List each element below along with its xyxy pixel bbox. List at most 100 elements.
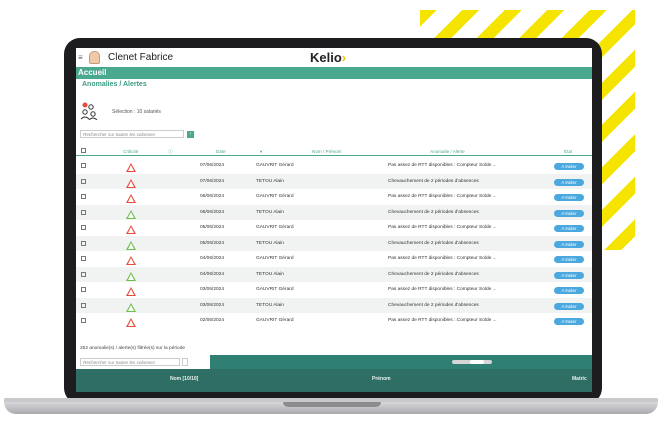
row-anomalie: Pas assez de RTT disponibles : Compteur … [388,318,497,323]
warning-icon [126,287,136,296]
footer-col-prenom[interactable]: Prénom [372,376,391,382]
row-nom: GAUVRIT Gérard [256,256,294,261]
row-nom: GAUVRIT Gérard [256,163,294,168]
breadcrumb: Anomalies / Alertes [82,81,147,88]
row-anomalie: Chevauchement de 2 périodes d'absences [388,271,479,277]
row-nom: GAUVRIT Gérard [256,287,294,292]
row-date: 05/06/2024 [200,225,225,230]
table-row[interactable]: 03/06/2024 GAUVRIT Gérard Pas assez de RTT… [76,282,592,298]
selection-count: Sélection : 10 salariés [112,109,161,115]
search-row: Rechercher sur toutes les colonnes › [80,130,194,138]
search-button[interactable]: › [187,130,194,138]
row-checkbox[interactable] [81,256,86,261]
row-anomalie: Pas assez de RTT disponibles : Compteur … [388,287,497,292]
warning-icon [126,194,136,203]
warning-icon [126,240,136,250]
row-anomalie: Chevauchement de 2 périodes d'absences [388,302,479,308]
warning-icon [126,163,136,172]
status-badge[interactable]: A traiter [554,256,584,263]
pager-dot[interactable] [470,360,484,364]
row-nom: TETOU Alain [256,240,284,246]
row-nom: TETOU Alain [256,302,284,308]
status-badge[interactable]: A traiter [554,271,584,279]
row-checkbox[interactable] [81,178,86,184]
header-anomalie[interactable]: Anomalie / Alerte [430,149,465,154]
table-header: Criticité ⓘ Date ▾ Nom / Prénom Anomalie… [76,147,592,156]
username[interactable]: Clenet Fabrice [108,52,173,63]
status-badge[interactable]: A traiter [554,318,584,325]
row-checkbox[interactable] [81,163,86,168]
status-badge[interactable]: A traiter [554,194,584,201]
people-selection-icon[interactable] [80,102,98,120]
row-checkbox[interactable] [81,209,86,215]
warning-icon [126,209,136,219]
row-date: 04/06/2024 [200,256,225,261]
table-row[interactable]: 04/06/2024 GAUVRIT Gérard Pas assez de RTT… [76,251,592,267]
row-anomalie: Pas assez de RTT disponibles : Compteur … [388,194,497,199]
footer-col-matric[interactable]: Matric [572,376,587,382]
warning-icon [126,302,136,312]
header-nom[interactable]: Nom / Prénom [312,149,342,154]
status-badge[interactable]: A traiter [554,178,584,186]
info-icon: ⓘ [168,149,173,154]
table-row[interactable]: 07/06/2024 GAUVRIT Gérard Pas assez de RTT… [76,158,592,174]
row-anomalie: Pas assez de RTT disponibles : Compteur … [388,163,497,168]
row-checkbox[interactable] [81,271,86,277]
warning-icon [126,271,136,281]
bottom-search-input[interactable]: Rechercher sur toutes les colonnes [80,358,180,366]
row-date: 04/06/2024 [200,271,225,277]
search-input[interactable]: Rechercher sur toutes les colonnes [80,130,184,138]
warning-icon [126,225,136,234]
pager[interactable] [452,360,492,364]
row-date: 05/06/2024 [200,240,225,246]
table-row[interactable]: 03/06/2024 TETOU Alain Chevauchement de 2 … [76,297,592,313]
table-row[interactable]: 05/06/2024 TETOU Alain Chevauchement de 2 … [76,235,592,251]
row-checkbox[interactable] [81,240,86,246]
row-nom: TETOU Alain [256,178,284,184]
table-row[interactable]: 06/06/2024 GAUVRIT Gérard Pas assez de RTT… [76,189,592,205]
row-nom: GAUVRIT Gérard [256,225,294,230]
status-badge[interactable]: A traiter [554,287,584,294]
row-date: 03/06/2024 [200,287,225,292]
bottom-search-row: Rechercher sur toutes les colonnes [80,358,188,366]
table-row[interactable]: 04/06/2024 TETOU Alain Chevauchement de 2 … [76,266,592,282]
row-anomalie: Pas assez de RTT disponibles : Compteur … [388,256,497,261]
status-badge[interactable]: A traiter [554,302,584,310]
warning-icon [126,178,136,188]
menu-icon[interactable]: ≡ [78,53,86,62]
section-bar[interactable]: Accueil [76,67,592,79]
avatar[interactable] [89,51,100,64]
header-etat[interactable]: État [564,149,572,154]
row-anomalie: Pas assez de RTT disponibles : Compteur … [388,225,497,230]
row-checkbox[interactable] [81,302,86,308]
table-row[interactable]: 02/06/2024 GAUVRIT Gérard Pas assez de RTT… [76,313,592,329]
sort-down-icon[interactable]: ▾ [260,149,262,155]
header-date[interactable]: Date [216,149,226,154]
status-badge[interactable]: A traiter [554,225,584,232]
select-all-checkbox[interactable] [81,148,86,153]
row-anomalie: Chevauchement de 2 périodes d'absences [388,240,479,246]
row-nom: GAUVRIT Gérard [256,318,294,323]
status-badge[interactable]: A traiter [554,163,584,170]
status-badge[interactable]: A traiter [554,209,584,217]
row-anomalie: Chevauchement de 2 périodes d'absences [388,178,479,184]
status-badge[interactable]: A traiter [554,240,584,248]
row-nom: TETOU Alain [256,209,284,215]
row-date: 06/06/2024 [200,209,225,215]
laptop-notch [283,402,381,407]
footer-col-nom[interactable]: Nom [10/10] [170,376,198,382]
row-checkbox[interactable] [81,194,86,199]
row-checkbox[interactable] [81,287,86,292]
table-body: 07/06/2024 GAUVRIT Gérard Pas assez de RTT… [76,156,592,342]
warning-icon [126,256,136,265]
top-bar: ≡ Clenet Fabrice Kelio› [76,48,592,67]
row-checkbox[interactable] [81,318,86,323]
table-row[interactable]: 05/06/2024 GAUVRIT Gérard Pas assez de RTT… [76,220,592,236]
bottom-search-button[interactable] [182,358,188,366]
header-criticite[interactable]: Criticité [123,149,138,154]
table-row[interactable]: 07/06/2024 TETOU Alain Chevauchement de 2 … [76,173,592,189]
kelio-logo: Kelio› [310,50,347,65]
footer-columns: Nom [10/10] Prénom Matric [76,369,592,392]
table-row[interactable]: 06/06/2024 TETOU Alain Chevauchement de 2 … [76,204,592,220]
row-checkbox[interactable] [81,225,86,230]
